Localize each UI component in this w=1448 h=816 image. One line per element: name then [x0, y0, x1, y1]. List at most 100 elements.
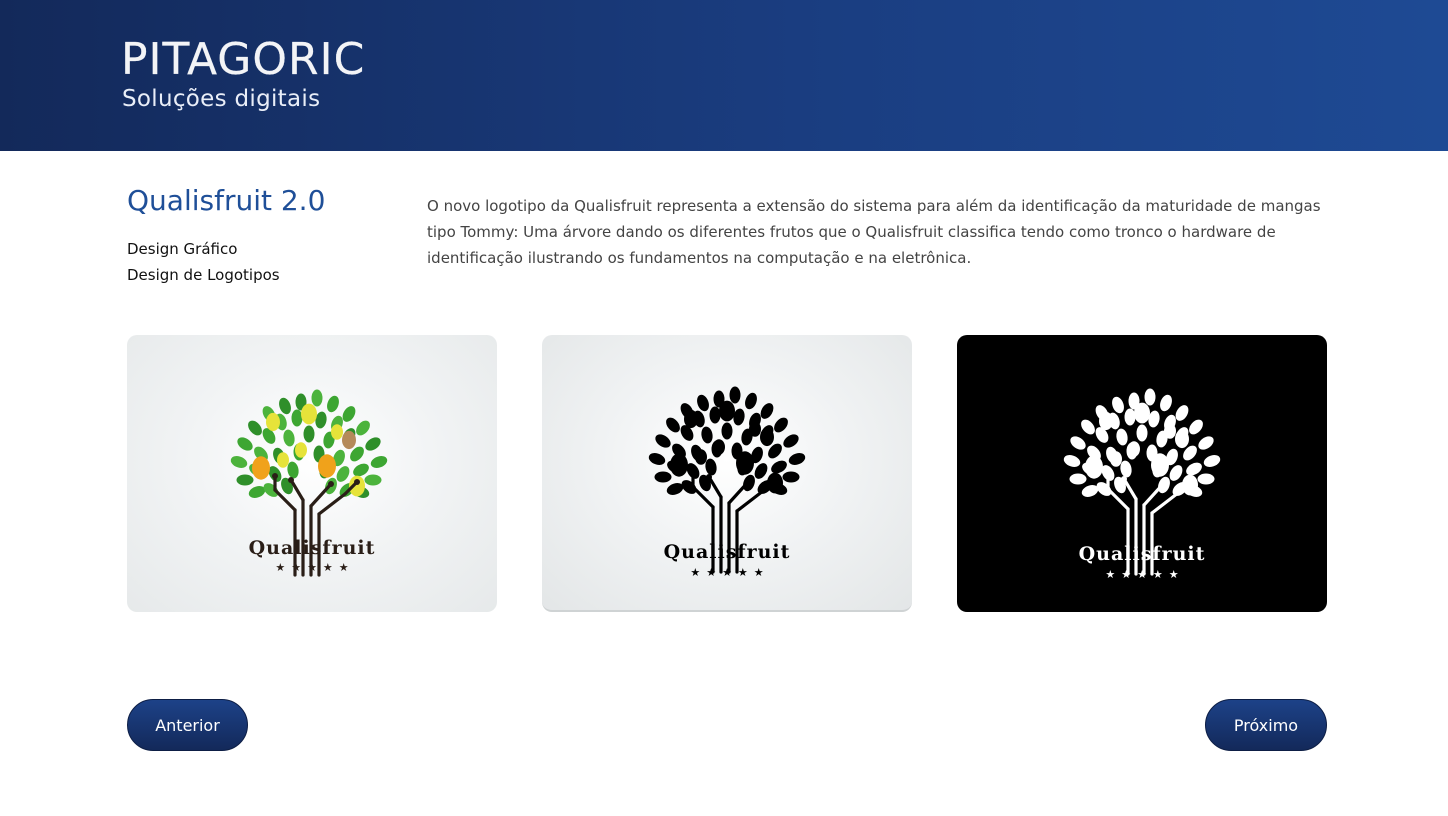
tree-fruit: [1164, 423, 1176, 439]
tree-leaf: [745, 392, 757, 410]
tree-fruit: [749, 421, 761, 437]
tree-fruit: [695, 449, 707, 465]
tree-trunk-line: [1106, 487, 1130, 511]
tree-leaf: [1081, 419, 1095, 435]
tree-leaf: [754, 463, 768, 479]
tree-leaf: [729, 386, 741, 404]
circuit-node: [354, 479, 360, 485]
tree-fruit: [1085, 455, 1103, 479]
tree-leaf: [701, 426, 713, 444]
tree-fruit: [1175, 429, 1189, 449]
tree-trunk-line: [317, 492, 347, 516]
gallery-image-white[interactable]: Qualisfruit ★★★★★: [957, 335, 1327, 612]
tree-leaf: [666, 417, 680, 433]
circuit-node: [1161, 480, 1167, 486]
tree-leaf: [291, 409, 303, 427]
tree-leaf: [311, 389, 323, 407]
next-button[interactable]: Próximo: [1205, 699, 1327, 751]
tree-trunk-line: [691, 485, 715, 509]
tree-leaf: [655, 434, 671, 448]
tree-trunk-line: [309, 482, 333, 508]
tree-trunk-line: [289, 478, 305, 502]
tree-fruit: [342, 430, 356, 450]
tree-leaf: [1189, 419, 1203, 435]
circuit-node: [1121, 476, 1127, 482]
tree-fruit: [1099, 411, 1113, 431]
tree-leaf: [370, 456, 388, 468]
tree-fruit: [736, 451, 754, 475]
tree-trunk-line: [1150, 491, 1180, 515]
tree-fruit: [331, 424, 343, 440]
tree-leaf: [364, 474, 382, 486]
tree-fruit: [713, 439, 725, 455]
previous-button[interactable]: Anterior: [127, 699, 248, 751]
tree-leaf: [721, 422, 733, 440]
tree-leaf: [1112, 396, 1124, 414]
tree-fruit: [760, 427, 774, 447]
tree-leaf: [283, 429, 295, 447]
logo-tagline: Soluções digitais: [122, 86, 321, 112]
tree-leaf: [709, 406, 721, 424]
logo-brand-text: Qualisfruit: [1078, 543, 1206, 565]
tree-leaf: [1197, 473, 1215, 485]
logo-brand-text: Qualisfruit: [663, 541, 791, 563]
tree-fruit: [1128, 441, 1140, 457]
pitagoric-logo[interactable]: PITAGORIC Soluções digitais: [121, 34, 421, 116]
tree-leaf: [230, 456, 248, 468]
tree-leaf: [1169, 465, 1183, 481]
tree-leaf: [654, 471, 672, 483]
category-item: Design Gráfico: [127, 240, 238, 258]
tree-fruit: [719, 400, 735, 422]
tree-leaf: [279, 397, 291, 415]
tree-leaf: [1160, 394, 1172, 412]
tree-leaf: [782, 471, 800, 483]
circuit-node: [272, 473, 278, 479]
logo-stars: ★★★★★: [275, 561, 355, 574]
tree-leaf: [1124, 408, 1136, 426]
tree-fruit: [1110, 451, 1122, 467]
tree-fruit: [277, 452, 289, 468]
circuit-node: [746, 478, 752, 484]
tree-leaf: [1063, 455, 1081, 467]
circuit-node: [690, 470, 696, 476]
tree-trunk-line: [273, 488, 297, 512]
circuit-node: [1105, 472, 1111, 478]
tree-leaf: [697, 394, 709, 412]
gallery-image-color[interactable]: Qualisfruit ★★★★★: [127, 335, 497, 612]
logo-brand-text: Qualisfruit: [248, 537, 376, 559]
tree-leaf: [783, 434, 799, 448]
logo-wordmark: PITAGORIC: [121, 34, 366, 85]
tree-leaf: [236, 474, 254, 486]
tree-leaf: [248, 420, 262, 436]
tree-fruit: [670, 453, 688, 477]
circuit-node: [706, 474, 712, 480]
tree-leaf: [774, 417, 788, 433]
project-description: O novo logotipo da Qualisfruit represent…: [427, 197, 1321, 267]
circuit-node: [328, 481, 334, 487]
tree-fruit: [1151, 453, 1169, 477]
circuit-node: [1187, 478, 1193, 484]
logo-stars: ★★★★★: [690, 566, 770, 579]
project-title: Qualisfruit 2.0: [127, 184, 326, 217]
tree-leaf: [1116, 428, 1128, 446]
tree-trunk-line: [1142, 481, 1166, 507]
logo-stars: ★★★★★: [1105, 568, 1185, 581]
tree-trunk-line: [1122, 477, 1138, 501]
tree-leaf: [327, 395, 339, 413]
tree-leaf: [303, 425, 315, 443]
tree-trunk-line: [727, 479, 751, 505]
tree-leaf: [788, 453, 806, 465]
circuit-node: [772, 476, 778, 482]
site-header: PITAGORIC Soluções digitais: [0, 0, 1448, 151]
tree-fruit: [1134, 402, 1150, 424]
gallery-image-black[interactable]: Qualisfruit ★★★★★: [542, 335, 912, 612]
tree-trunk-line: [707, 475, 723, 499]
tree-leaf: [1144, 388, 1156, 406]
tree-leaf: [1198, 436, 1214, 450]
project-categories: Design Gráfico Design de Logotipos: [127, 236, 280, 288]
tree-leaf: [237, 437, 253, 451]
tree-leaf: [1136, 424, 1148, 442]
tree-fruit: [295, 442, 307, 458]
category-item: Design de Logotipos: [127, 266, 280, 284]
tree-leaf: [1070, 436, 1086, 450]
